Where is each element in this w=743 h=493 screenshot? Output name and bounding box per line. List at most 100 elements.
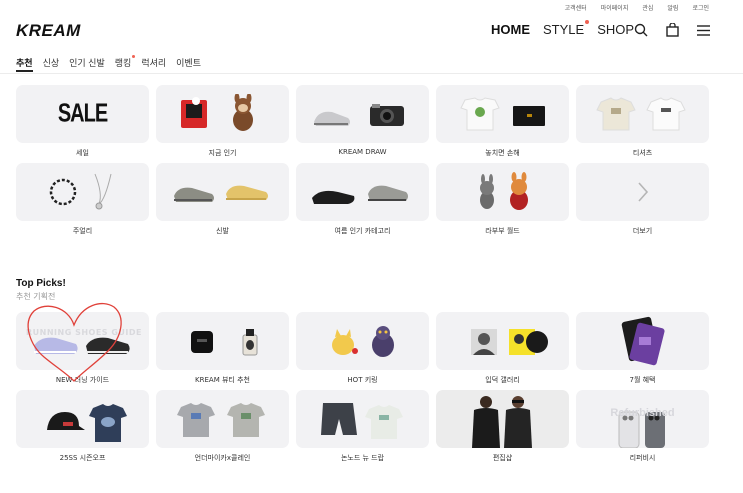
main-nav: HOME STYLE SHOP xyxy=(491,20,634,37)
util-link-notifications[interactable]: 알림 xyxy=(667,3,678,12)
pick-fan-gallery[interactable]: 입덕 갤러리 xyxy=(436,312,569,390)
pick-label: 편집샵 xyxy=(492,454,513,462)
shortcut-tile xyxy=(576,85,709,143)
top-picks-grid: RUNNING SHOES GUIDE NEW 러닝 가이드 KREAM 뷰티 … xyxy=(16,312,709,468)
pick-label: 입덕 갤러리 xyxy=(485,376,520,384)
pick-tile xyxy=(576,312,709,370)
benefit-cards-image xyxy=(621,316,665,366)
shortcut-tile xyxy=(296,85,429,143)
pick-running-guide[interactable]: RUNNING SHOES GUIDE NEW 러닝 가이드 xyxy=(16,312,149,390)
shortcut-trending[interactable]: 지금 인기 xyxy=(156,85,289,163)
pick-label: KREAM 뷰티 추천 xyxy=(195,376,250,384)
header-icons xyxy=(633,22,711,38)
tab-luxury[interactable]: 럭셔리 xyxy=(141,56,166,69)
tab-popular-shoes[interactable]: 인기 신발 xyxy=(69,56,105,69)
shortcut-tile xyxy=(16,163,149,221)
pick-tile xyxy=(436,390,569,448)
pick-undermycar-collab[interactable]: 언더마이카x콜레인 xyxy=(156,390,289,468)
shortcut-jewelry[interactable]: 주얼리 xyxy=(16,163,149,241)
sale-graphic: SALE xyxy=(57,99,108,128)
pick-beauty[interactable]: KREAM 뷰티 추천 xyxy=(156,312,289,390)
shortcut-tile xyxy=(156,85,289,143)
collab-tees-image xyxy=(176,403,265,437)
cap-tee-image xyxy=(46,404,127,442)
pick-label: NEW 러닝 가이드 xyxy=(55,376,110,384)
shortcut-kream-draw[interactable]: KREAM DRAW xyxy=(296,85,429,163)
util-link-wishlist[interactable]: 관심 xyxy=(642,3,653,12)
keyring-image xyxy=(331,326,394,357)
shortcut-tile: SALE xyxy=(16,85,149,143)
nav-shop[interactable]: SHOP xyxy=(597,22,634,37)
tee-wallet-image xyxy=(459,97,545,131)
shortcut-label: KREAM DRAW xyxy=(338,148,387,156)
pick-tile xyxy=(156,312,289,370)
util-link-login[interactable]: 로그인 xyxy=(692,3,709,12)
beauty-products-image xyxy=(190,329,257,356)
pick-label: 언더마이카x콜레인 xyxy=(194,454,251,462)
new-dot xyxy=(585,20,590,24)
menu-icon[interactable] xyxy=(695,22,711,38)
top-picks-title: Top Picks! xyxy=(16,278,66,289)
pick-tile: Refurbished xyxy=(576,390,709,448)
nav-home[interactable]: HOME xyxy=(491,22,530,37)
shortcut-label: 신발 xyxy=(216,227,229,235)
shortcut-sale[interactable]: SALE 세일 xyxy=(16,85,149,163)
tab-ranking-label: 랭킹 xyxy=(114,58,132,68)
pick-label: 리퍼비시 xyxy=(629,454,656,462)
pick-25ss-season-off[interactable]: 25SS 시즌오프 xyxy=(16,390,149,468)
tile-overlay-text: Refurbished xyxy=(610,407,675,419)
shortcut-shoes[interactable]: 신발 xyxy=(156,163,289,241)
shortcut-label: 주얼리 xyxy=(72,227,93,235)
util-link-my-page[interactable]: 마이페이지 xyxy=(601,3,629,12)
pick-tile xyxy=(436,312,569,370)
tshirts-image xyxy=(595,97,686,131)
shortcut-grid: SALE 세일 지금 인기 KREAM DRAW 놓치면 손해 티셔츠 주얼리 … xyxy=(16,85,709,241)
shortcut-label: 지금 인기 xyxy=(208,149,237,157)
pick-july-benefits[interactable]: 7월 혜택 xyxy=(576,312,709,390)
console-plush-image xyxy=(180,94,253,131)
tab-recommend[interactable]: 추천 xyxy=(16,56,33,72)
shortcut-tile xyxy=(576,163,709,221)
shoes-image xyxy=(173,185,268,202)
pick-refurbished[interactable]: Refurbished 리퍼비시 xyxy=(576,390,709,468)
shortcut-label: 놓치면 손해 xyxy=(485,149,520,157)
labubu-image xyxy=(479,172,528,210)
shortcut-summer-category[interactable]: 여름 인기 카테고리 xyxy=(296,163,429,241)
shortcut-more[interactable]: 더보기 xyxy=(576,163,709,241)
tab-event[interactable]: 이벤트 xyxy=(176,56,201,69)
shortcut-label: 여름 인기 카테고리 xyxy=(334,227,391,235)
category-tabs: 추천 신상 인기 신발 랭킹 럭셔리 이벤트 xyxy=(16,55,201,72)
pick-nonnod-new-drop[interactable]: 논노드 뉴 드랍 xyxy=(296,390,429,468)
shortcut-label: 더보기 xyxy=(632,227,653,235)
pick-tile xyxy=(156,390,289,448)
new-dot xyxy=(132,55,136,58)
kream-logo[interactable]: KREAM xyxy=(16,21,81,41)
util-link-customer-center[interactable]: 고객센터 xyxy=(565,3,587,12)
shortcut-label: 티셔츠 xyxy=(632,149,653,157)
bag-icon[interactable] xyxy=(664,22,680,38)
tab-new[interactable]: 신상 xyxy=(43,56,60,69)
pick-tile xyxy=(16,390,149,448)
models-photo-image xyxy=(471,396,532,448)
pick-hot-keyring[interactable]: HOT 키링 xyxy=(296,312,429,390)
search-icon[interactable] xyxy=(633,22,649,38)
shortcut-tshirts[interactable]: 티셔츠 xyxy=(576,85,709,163)
shortcut-labubu-world[interactable]: 라부부 월드 xyxy=(436,163,569,241)
tile-overlay-text: RUNNING SHOES GUIDE xyxy=(26,328,142,337)
album-covers-image xyxy=(470,329,548,355)
pick-tile xyxy=(296,390,429,448)
nav-shop-label: SHOP xyxy=(597,22,635,37)
pick-label: 7월 혜택 xyxy=(629,376,656,384)
utility-links: 고객센터 마이페이지 관심 알림 로그인 xyxy=(565,3,709,12)
tab-ranking[interactable]: 랭킹 xyxy=(114,55,136,69)
pick-label: HOT 키링 xyxy=(347,376,378,384)
pick-label: 논노드 뉴 드랍 xyxy=(340,454,385,462)
jewelry-image xyxy=(49,173,111,210)
top-picks-subtitle: 추천 기획전 xyxy=(16,292,56,301)
pick-select-shop[interactable]: 편집샵 xyxy=(436,390,569,468)
shortcut-label: 세일 xyxy=(76,149,89,157)
shortcut-dont-miss[interactable]: 놓치면 손해 xyxy=(436,85,569,163)
shortcut-tile xyxy=(296,163,429,221)
nav-style[interactable]: STYLE xyxy=(543,20,590,37)
shortcut-tile xyxy=(436,163,569,221)
